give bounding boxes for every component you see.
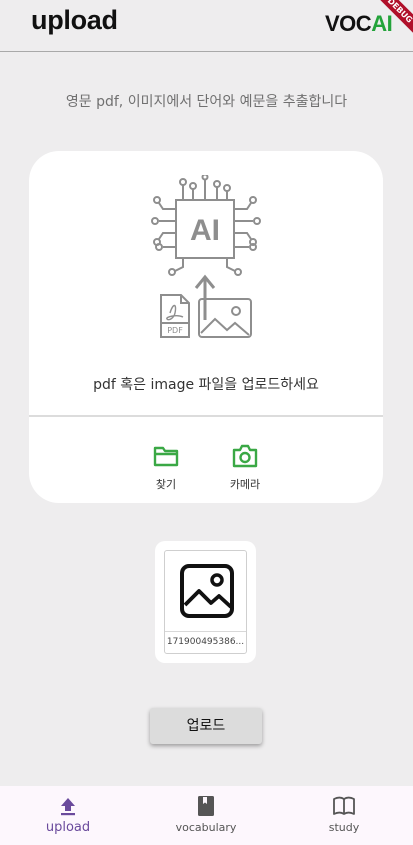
upload-prompt: pdf 혹은 image 파일을 업로드하세요 bbox=[93, 377, 319, 393]
illustration-pdf-text: PDF bbox=[167, 326, 183, 335]
upload-icon bbox=[61, 798, 75, 816]
selected-file-thumbnail[interactable]: 171900495386... bbox=[155, 541, 256, 663]
upload-card: AI PDF pdf 혹은 image 파일을 업로드하세요 찾기 카메라 bbox=[29, 151, 383, 503]
nav-item-upload[interactable]: upload bbox=[8, 794, 128, 835]
image-icon bbox=[180, 564, 234, 618]
page-title: upload bbox=[31, 5, 118, 35]
nav-item-study[interactable]: study bbox=[284, 794, 404, 834]
bottom-navigation: upload vocabulary study bbox=[0, 786, 413, 845]
logo-text-green: AI bbox=[371, 11, 393, 36]
folder-icon bbox=[153, 446, 179, 467]
thumbnail-filename: 171900495386... bbox=[166, 637, 245, 647]
camera-button[interactable]: 카메라 bbox=[215, 442, 275, 492]
book-icon bbox=[198, 796, 214, 816]
camera-icon bbox=[232, 444, 258, 468]
nav-label-study: study bbox=[328, 821, 360, 834]
open-book-icon bbox=[333, 796, 355, 815]
card-divider bbox=[29, 415, 383, 417]
nav-label-vocabulary: vocabulary bbox=[175, 821, 237, 834]
page-subtitle: 영문 pdf, 이미지에서 단어와 예문을 추출합니다 bbox=[65, 94, 348, 110]
upload-button[interactable]: 업로드 bbox=[150, 708, 262, 744]
app-header: upload VOCAI DEBUG bbox=[0, 0, 413, 52]
nav-item-vocabulary[interactable]: vocabulary bbox=[146, 794, 266, 834]
nav-label-upload: upload bbox=[45, 820, 91, 835]
illustration-chip-text: AI bbox=[190, 214, 220, 247]
logo-text-dark: VOC bbox=[325, 11, 372, 36]
app-root: upload VOCAI DEBUG 영문 pdf, 이미지에서 단어와 예문을… bbox=[0, 0, 413, 845]
find-file-label: 찾기 bbox=[155, 478, 177, 491]
ai-upload-illustration-icon: AI PDF bbox=[151, 175, 261, 338]
thumbnail-frame: 171900495386... bbox=[164, 550, 247, 654]
find-file-button[interactable]: 찾기 bbox=[136, 442, 196, 492]
thumbnail-separator bbox=[165, 631, 246, 632]
camera-label: 카메라 bbox=[229, 478, 261, 491]
app-logo: VOCAI bbox=[325, 11, 393, 37]
